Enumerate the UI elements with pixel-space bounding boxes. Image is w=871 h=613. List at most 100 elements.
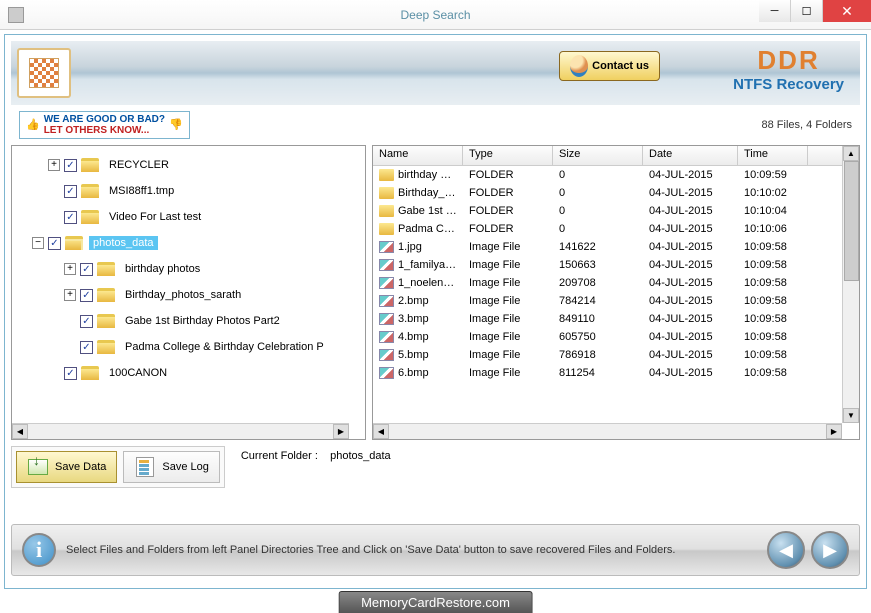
tree-checkbox[interactable]: ✓ xyxy=(80,315,93,328)
file-time: 10:10:04 xyxy=(738,204,808,218)
image-file-icon xyxy=(379,349,394,361)
tree-expander-icon[interactable]: + xyxy=(64,289,76,301)
file-date: 04-JUL-2015 xyxy=(643,330,738,344)
file-date: 04-JUL-2015 xyxy=(643,294,738,308)
scroll-right-icon[interactable]: ▶ xyxy=(333,424,349,439)
file-row[interactable]: 6.bmpImage File81125404-JUL-201510:09:58 xyxy=(373,364,859,382)
file-size: 209708 xyxy=(553,276,643,290)
file-name: 4.bmp xyxy=(398,331,429,343)
contact-us-button[interactable]: Contact us xyxy=(559,51,660,81)
image-file-icon xyxy=(379,241,394,253)
column-header-type[interactable]: Type xyxy=(463,146,553,165)
back-button[interactable]: ◀ xyxy=(767,531,805,569)
tree-expander-icon[interactable]: − xyxy=(32,237,44,249)
current-folder-status: Current Folder : photos_data xyxy=(231,446,401,466)
column-header-name[interactable]: Name xyxy=(373,146,463,165)
file-row[interactable]: 4.bmpImage File60575004-JUL-201510:09:58 xyxy=(373,328,859,346)
info-bar: i Select Files and Folders from left Pan… xyxy=(11,524,860,576)
titlebar: Deep Search ─ ☐ ✕ xyxy=(0,0,871,30)
file-type: Image File xyxy=(463,294,553,308)
file-row[interactable]: 1_noelen-a...Image File20970804-JUL-2015… xyxy=(373,274,859,292)
file-name: 1.jpg xyxy=(398,241,422,253)
tree-checkbox[interactable]: ✓ xyxy=(64,185,77,198)
file-row[interactable]: birthday ph...FOLDER004-JUL-201510:09:59 xyxy=(373,166,859,184)
tree-checkbox[interactable]: ✓ xyxy=(64,367,77,380)
footer-link[interactable]: MemoryCardRestore.com xyxy=(338,591,533,613)
thumbs-up-icon: 👍 xyxy=(26,119,40,131)
column-header-size[interactable]: Size xyxy=(553,146,643,165)
file-size: 849110 xyxy=(553,312,643,326)
file-date: 04-JUL-2015 xyxy=(643,168,738,182)
tree-checkbox[interactable]: ✓ xyxy=(64,211,77,224)
file-type: Image File xyxy=(463,276,553,290)
file-row[interactable]: Gabe 1st Bi...FOLDER004-JUL-201510:10:04 xyxy=(373,202,859,220)
person-icon xyxy=(570,55,588,77)
file-type: Image File xyxy=(463,312,553,326)
file-size: 0 xyxy=(553,204,643,218)
tree-checkbox[interactable]: ✓ xyxy=(48,237,61,250)
folder-icon xyxy=(379,223,394,235)
save-log-button[interactable]: Save Log xyxy=(123,451,219,483)
tree-item[interactable]: ✓MSI88ff1.tmp xyxy=(16,178,361,204)
file-row[interactable]: 1_familyatb...Image File15066304-JUL-201… xyxy=(373,256,859,274)
forward-button[interactable]: ▶ xyxy=(811,531,849,569)
file-time: 10:09:58 xyxy=(738,294,808,308)
file-name: birthday ph... xyxy=(398,169,462,181)
file-row[interactable]: 1.jpgImage File14162204-JUL-201510:09:58 xyxy=(373,238,859,256)
file-time: 10:09:58 xyxy=(738,312,808,326)
tree-horizontal-scrollbar[interactable]: ◀ ▶ xyxy=(12,423,349,439)
feedback-button[interactable]: 👍 WE ARE GOOD OR BAD? LET OTHERS KNOW...… xyxy=(19,111,190,139)
main-frame: Contact us DDR NTFS Recovery 👍 WE ARE GO… xyxy=(4,34,867,589)
scroll-left-icon[interactable]: ◀ xyxy=(373,424,389,439)
file-horizontal-scrollbar[interactable]: ◀ ▶ xyxy=(373,423,842,439)
tree-item[interactable]: ✓Video For Last test xyxy=(16,204,361,230)
tree-expander-icon[interactable]: + xyxy=(64,263,76,275)
file-list-panel: Name Type Size Date Time birthday ph...F… xyxy=(372,145,860,440)
file-name: Gabe 1st Bi... xyxy=(398,205,463,217)
scroll-down-icon[interactable]: ▼ xyxy=(843,408,859,423)
tree-item-label: birthday photos xyxy=(121,262,204,276)
file-size: 141622 xyxy=(553,240,643,254)
file-vertical-scrollbar[interactable]: ▲ ▼ xyxy=(842,146,859,423)
image-file-icon xyxy=(379,367,394,379)
file-row[interactable]: 5.bmpImage File78691804-JUL-201510:09:58 xyxy=(373,346,859,364)
scroll-up-icon[interactable]: ▲ xyxy=(843,146,859,161)
scroll-thumb[interactable] xyxy=(844,161,859,281)
file-row[interactable]: 2.bmpImage File78421404-JUL-201510:09:58 xyxy=(373,292,859,310)
scroll-right-icon[interactable]: ▶ xyxy=(826,424,842,439)
scroll-left-icon[interactable]: ◀ xyxy=(12,424,28,439)
file-date: 04-JUL-2015 xyxy=(643,258,738,272)
file-type: Image File xyxy=(463,348,553,362)
tree-item[interactable]: ✓100CANON xyxy=(16,360,361,386)
maximize-button[interactable]: ☐ xyxy=(791,0,823,22)
tree-item[interactable]: + ✓ birthday photos xyxy=(16,256,361,282)
tree-item[interactable]: +✓Birthday_photos_sarath xyxy=(16,282,361,308)
tree-expander-icon[interactable]: + xyxy=(48,159,60,171)
tree-item-label: photos_data xyxy=(89,236,158,250)
file-size: 150663 xyxy=(553,258,643,272)
file-row[interactable]: Padma Coll...FOLDER004-JUL-201510:10:06 xyxy=(373,220,859,238)
close-button[interactable]: ✕ xyxy=(823,0,871,22)
tree-checkbox[interactable]: ✓ xyxy=(80,341,93,354)
column-header-time[interactable]: Time xyxy=(738,146,808,165)
file-type: Image File xyxy=(463,258,553,272)
tree-checkbox[interactable]: ✓ xyxy=(80,289,93,302)
tree-item[interactable]: −✓ photos_data xyxy=(16,230,361,256)
file-name: 5.bmp xyxy=(398,349,429,361)
column-header-date[interactable]: Date xyxy=(643,146,738,165)
file-row[interactable]: Birthday_p...FOLDER004-JUL-201510:10:02 xyxy=(373,184,859,202)
tree-checkbox[interactable]: ✓ xyxy=(64,159,77,172)
save-data-button[interactable]: Save Data xyxy=(16,451,117,483)
save-data-icon xyxy=(27,456,49,478)
tree-item[interactable]: ✓Padma College & Birthday Celebration P xyxy=(16,334,361,360)
tree-checkbox[interactable]: ✓ xyxy=(80,263,93,276)
minimize-button[interactable]: ─ xyxy=(759,0,791,22)
tree-item[interactable]: +✓RECYCLER xyxy=(16,152,361,178)
file-row[interactable]: 3.bmpImage File84911004-JUL-201510:09:58 xyxy=(373,310,859,328)
image-file-icon xyxy=(379,295,394,307)
tree-item[interactable]: ✓Gabe 1st Birthday Photos Part2 xyxy=(16,308,361,334)
file-time: 10:09:58 xyxy=(738,258,808,272)
file-time: 10:09:58 xyxy=(738,330,808,344)
image-file-icon xyxy=(379,259,394,271)
feedback-line2: LET OTHERS KNOW... xyxy=(44,125,150,136)
